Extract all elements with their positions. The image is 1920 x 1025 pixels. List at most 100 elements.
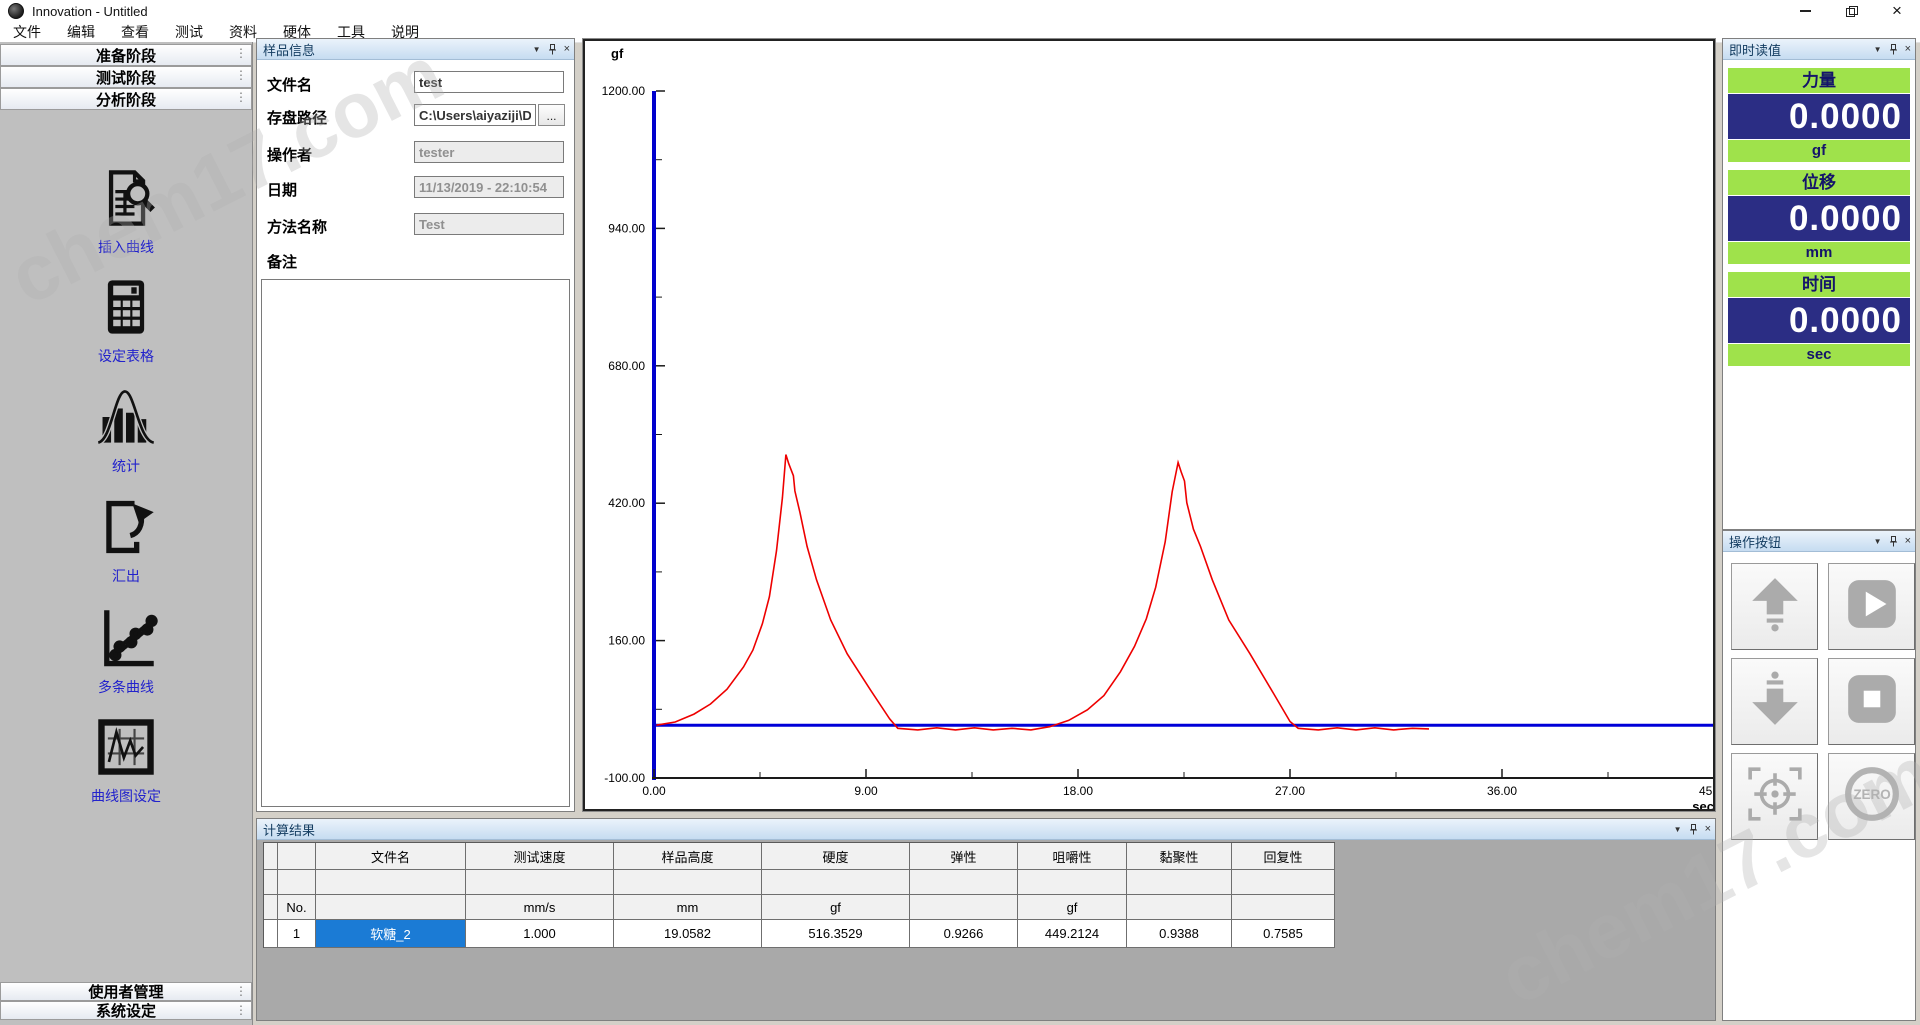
grip-icon: ⋮ — [235, 46, 247, 60]
tool-chart-settings[interactable]: 曲线图设定 — [0, 715, 252, 806]
field-input-1[interactable] — [414, 71, 564, 93]
pin-icon[interactable] — [1689, 824, 1698, 835]
column-header-1[interactable]: 文件名 — [316, 843, 466, 870]
result-cell-1[interactable]: 软糖_2 — [316, 920, 466, 948]
readouts-header: 即时读值 ▼ × — [1723, 39, 1915, 60]
tool-insert-curve[interactable]: 插入曲线 — [0, 166, 252, 257]
unit-cell-8 — [1232, 895, 1335, 920]
tool-multi-curve[interactable]: 多条曲线 — [0, 606, 252, 697]
close-icon[interactable]: × — [1905, 44, 1911, 55]
readout-time-unit: sec — [1728, 344, 1910, 366]
menu-item-4[interactable]: 测试 — [162, 21, 216, 43]
field-input-5 — [414, 213, 564, 235]
panel-title: 即时读值 — [1729, 40, 1781, 59]
restore-icon — [1846, 6, 1856, 16]
grip-icon: ⋮ — [235, 984, 247, 998]
readout-displacement-label: 位移 — [1728, 170, 1910, 195]
start-button[interactable] — [1828, 563, 1915, 650]
svg-text:gf: gf — [611, 46, 624, 61]
result-cell-6[interactable]: 449.2124 — [1018, 920, 1127, 948]
menu-item-2[interactable]: 编辑 — [54, 21, 108, 43]
stage-tab-3[interactable]: 分析阶段⋮ — [0, 88, 252, 110]
unit-cell-2: mm/s — [466, 895, 614, 920]
svg-text:0.00: 0.00 — [642, 784, 666, 798]
column-header-7[interactable]: 黏聚性 — [1127, 843, 1232, 870]
column-header-2[interactable]: 测试速度 — [466, 843, 614, 870]
svg-text:-100.00: -100.00 — [604, 771, 645, 785]
readout-time-value: 0.0000 — [1728, 298, 1910, 343]
left-sidebar: 准备阶段⋮测试阶段⋮分析阶段⋮ 插入曲线设定表格统计汇出多条曲线曲线图设定使用者管… — [0, 42, 253, 1025]
row-number-cell[interactable]: 1 — [278, 920, 316, 948]
field-input-4 — [414, 176, 564, 198]
move-up-button[interactable] — [1731, 563, 1818, 650]
zero-button[interactable]: ZERO — [1828, 753, 1915, 840]
up-arrow-icon — [1746, 575, 1804, 638]
bottom-tab-2[interactable]: 系统设定⋮ — [0, 1001, 252, 1020]
menu-item-1[interactable]: 文件 — [0, 21, 54, 43]
restore-button[interactable] — [1828, 0, 1874, 22]
tool-statistics[interactable]: 统计 — [0, 385, 252, 476]
statistics-icon — [94, 385, 158, 449]
result-cell-2[interactable]: 1.000 — [466, 920, 614, 948]
blank-cell — [316, 870, 466, 895]
close-icon[interactable]: × — [1705, 824, 1711, 835]
readout-force: 力量0.0000gf — [1728, 68, 1910, 162]
svg-text:420.00: 420.00 — [608, 496, 645, 510]
tool-table-setup[interactable]: 设定表格 — [0, 275, 252, 366]
svg-text:160.00: 160.00 — [608, 634, 645, 648]
collapse-icon[interactable]: ▼ — [1874, 44, 1882, 55]
svg-text:27.00: 27.00 — [1275, 784, 1305, 798]
bottom-tab-1[interactable]: 使用者管理⋮ — [0, 982, 252, 1001]
row-indicator-cell — [264, 895, 278, 920]
close-icon: × — [1892, 1, 1902, 21]
result-cell-8[interactable]: 0.7585 — [1232, 920, 1335, 948]
stop-button[interactable] — [1828, 658, 1915, 745]
stage-tab-1[interactable]: 准备阶段⋮ — [0, 44, 252, 66]
blank-cell — [264, 870, 278, 895]
column-header-3[interactable]: 样品高度 — [614, 843, 762, 870]
result-cell-4[interactable]: 516.3529 — [762, 920, 910, 948]
controls-panel: 操作按钮 ▼ × ZERO — [1722, 530, 1916, 1021]
svg-text:sec: sec — [1692, 799, 1713, 809]
result-cell-7[interactable]: 0.9388 — [1127, 920, 1232, 948]
results-table: 文件名测试速度样品高度硬度弹性咀嚼性黏聚性回复性No.mm/smmgfgf1软糖… — [263, 842, 1335, 948]
column-header-4[interactable]: 硬度 — [762, 843, 910, 870]
collapse-icon[interactable]: ▼ — [1674, 824, 1682, 835]
column-header-8[interactable]: 回复性 — [1232, 843, 1335, 870]
blank-cell — [1018, 870, 1127, 895]
play-icon — [1843, 575, 1901, 638]
unit-cell-4: gf — [762, 895, 910, 920]
app-icon — [8, 3, 24, 19]
result-cell-5[interactable]: 0.9266 — [910, 920, 1018, 948]
no-label-cell: No. — [278, 895, 316, 920]
pin-icon[interactable] — [1889, 44, 1898, 55]
tool-export[interactable]: 汇出 — [0, 495, 252, 586]
svg-text:1200.00: 1200.00 — [602, 84, 646, 98]
unit-cell-3: mm — [614, 895, 762, 920]
field-label: 存盘路径 — [267, 107, 327, 128]
down-arrow-icon — [1746, 670, 1804, 733]
target-button[interactable] — [1731, 753, 1818, 840]
stop-icon — [1843, 670, 1901, 733]
column-header-5[interactable]: 弹性 — [910, 843, 1018, 870]
browse-button[interactable]: ... — [538, 104, 565, 126]
blank-cell — [910, 870, 1018, 895]
stage-tab-2[interactable]: 测试阶段⋮ — [0, 66, 252, 88]
application-window: { "window": {"title": "Innovation - Unti… — [0, 0, 1920, 1025]
svg-text:ZERO: ZERO — [1853, 787, 1890, 802]
zero-icon: ZERO — [1843, 765, 1901, 828]
close-button[interactable]: × — [1874, 0, 1920, 22]
move-down-button[interactable] — [1731, 658, 1818, 745]
chart-panel: 1200.00940.00680.00420.00160.00-100.000.… — [582, 38, 1716, 812]
row-indicator-cell[interactable] — [264, 920, 278, 948]
grip-icon: ⋮ — [235, 68, 247, 82]
minimize-icon — [1800, 10, 1811, 12]
notes-textarea[interactable] — [261, 279, 570, 807]
field-input-2[interactable] — [414, 104, 536, 126]
result-cell-3[interactable]: 19.0582 — [614, 920, 762, 948]
menu-item-3[interactable]: 查看 — [108, 21, 162, 43]
minimize-button[interactable] — [1782, 0, 1828, 22]
column-header-6[interactable]: 咀嚼性 — [1018, 843, 1127, 870]
field-label: 文件名 — [267, 74, 312, 95]
title-bar: Innovation - Untitled × — [0, 0, 1920, 22]
